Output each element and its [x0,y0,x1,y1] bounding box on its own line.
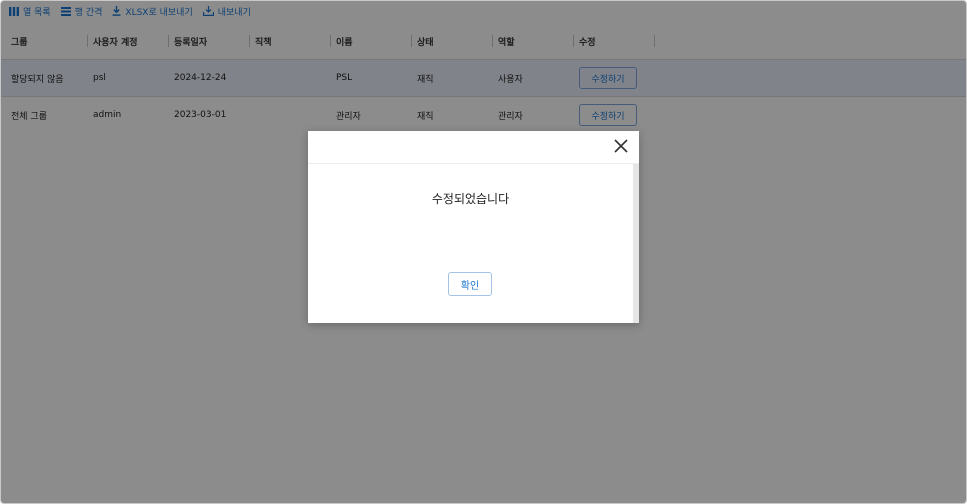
success-dialog: 수정되었습니다 확인 [308,131,639,323]
close-icon[interactable] [612,137,630,155]
confirm-button[interactable]: 확인 [448,272,492,296]
dialog-scrollbar[interactable] [633,164,639,323]
dialog-header [308,131,639,164]
dialog-message: 수정되었습니다 [431,192,510,206]
app-window: 열 목록 행 간격 XLSX로 내보내기 내보내기 그룹 사용자 계정 등록일자… [0,0,967,504]
dialog-body: 수정되었습니다 확인 [308,164,633,323]
